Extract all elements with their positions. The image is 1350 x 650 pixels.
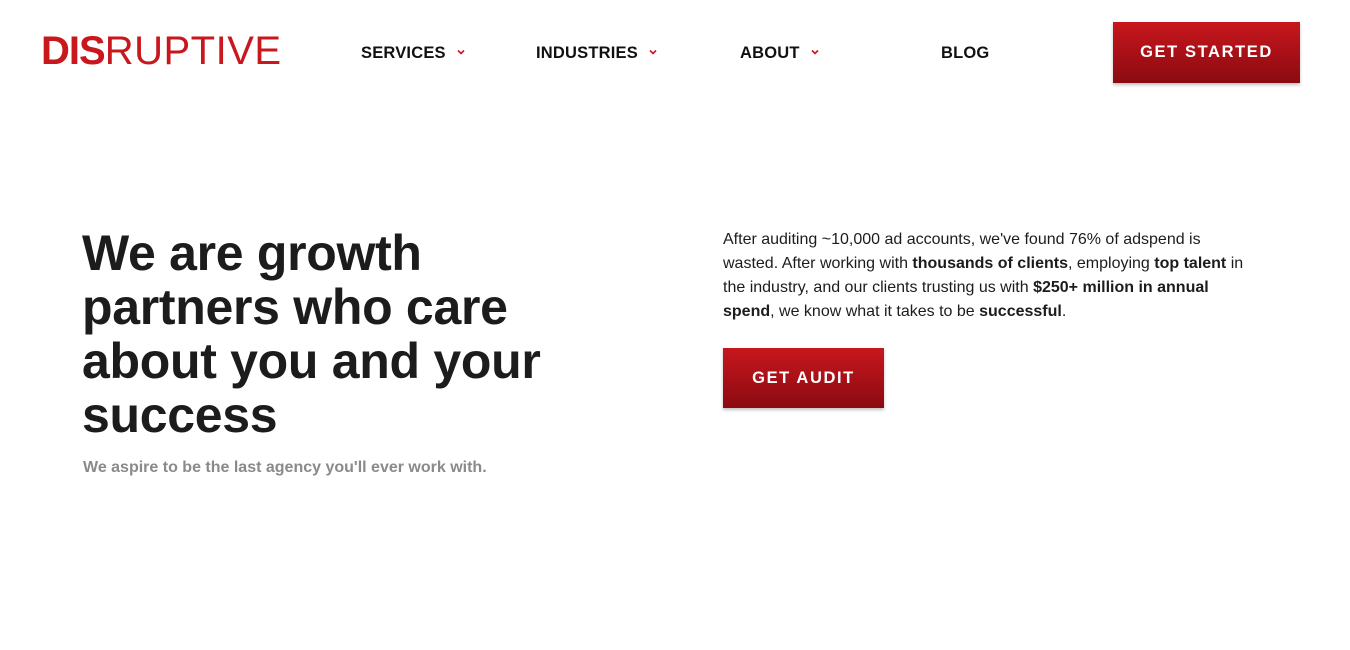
disruptive-logo[interactable]: DIS RUPTIVE bbox=[41, 31, 282, 71]
hero-title: We are growth partners who care about yo… bbox=[82, 225, 541, 443]
nav-item-services[interactable]: SERVICES bbox=[361, 41, 466, 65]
hero-subtitle: We aspire to be the last agency you'll e… bbox=[83, 459, 487, 476]
nav-item-about[interactable]: ABOUT bbox=[740, 41, 820, 65]
chevron-down-icon bbox=[456, 47, 466, 57]
desc-text: , we know what it takes to be bbox=[770, 303, 980, 320]
desc-bold-text: thousands of clients bbox=[912, 255, 1068, 272]
chevron-down-icon bbox=[648, 47, 658, 57]
nav-industries-label: INDUSTRIES bbox=[536, 43, 638, 62]
nav-services-label: SERVICES bbox=[361, 43, 446, 62]
hero-description: After auditing ~10,000 ad accounts, we'v… bbox=[723, 228, 1248, 324]
get-audit-button[interactable]: GET AUDIT bbox=[723, 348, 884, 408]
nav-item-industries[interactable]: INDUSTRIES bbox=[536, 41, 658, 65]
nav-about-label: ABOUT bbox=[740, 43, 800, 62]
logo-strong-text: DIS bbox=[41, 29, 106, 73]
desc-text: . bbox=[1061, 303, 1067, 320]
chevron-down-icon bbox=[810, 47, 820, 57]
nav-blog-label: BLOG bbox=[941, 43, 990, 62]
logo-light-text: RUPTIVE bbox=[104, 29, 282, 73]
desc-bold-text: successful bbox=[979, 303, 1062, 320]
site-header: DIS RUPTIVE SERVICES INDUSTRIES ABOUT BLO… bbox=[0, 0, 1350, 105]
nav-item-blog[interactable]: BLOG bbox=[941, 41, 989, 65]
desc-text: , employing bbox=[1068, 255, 1155, 272]
desc-bold-text: top talent bbox=[1154, 255, 1227, 272]
get-started-button[interactable]: GET STARTED bbox=[1113, 22, 1300, 83]
